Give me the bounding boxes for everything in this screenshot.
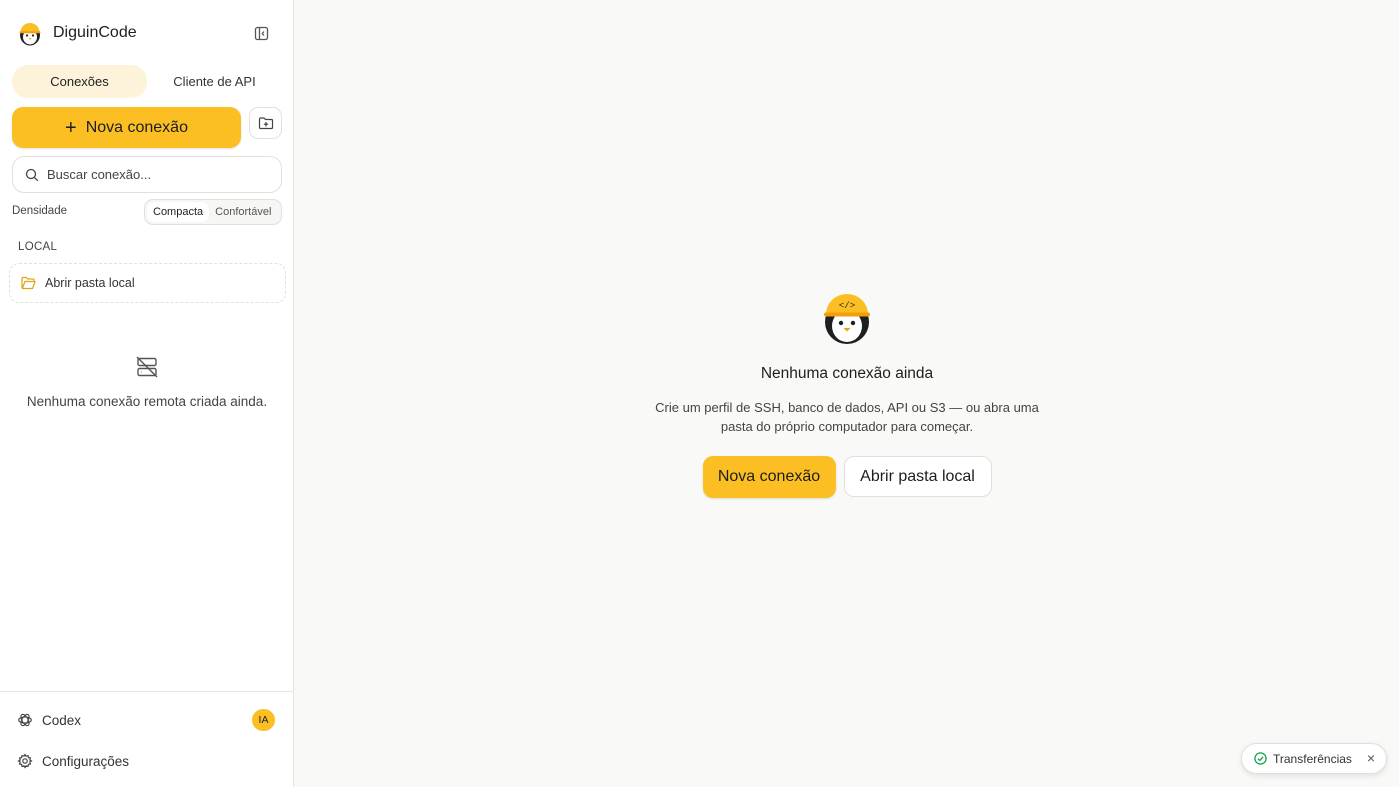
sidebar: DiguinCode Conexões Cliente de API + Nov…: [0, 0, 294, 787]
density-compact[interactable]: Compacta: [147, 202, 210, 222]
folder-icon: [21, 276, 36, 290]
new-connection-button[interactable]: + Nova conexão: [12, 107, 241, 148]
check-circle-icon: [1254, 752, 1267, 765]
empty-remote-state: Nenhuma conexão remota criada ainda.: [0, 355, 294, 409]
transfers-label: Transferências: [1273, 751, 1352, 766]
search-input[interactable]: [47, 167, 267, 182]
tab-api-client[interactable]: Cliente de API: [147, 65, 282, 98]
open-local-folder-button[interactable]: Abrir pasta local: [843, 456, 992, 497]
server-off-icon: [136, 356, 158, 378]
search-icon: [25, 168, 39, 181]
density-toggle: Compacta Confortável: [144, 199, 282, 225]
density-comfortable[interactable]: Confortável: [209, 202, 277, 222]
empty-remote-text: Nenhuma conexão remota criada ainda.: [26, 394, 268, 409]
open-local-folder-label: Abrir pasta local: [45, 276, 135, 290]
sidebar-tabs: Conexões Cliente de API: [12, 65, 282, 98]
sidebar-footer: Codex IA Configurações: [0, 691, 294, 787]
folder-plus-icon: [258, 117, 273, 130]
empty-actions: Nova conexão Abrir pasta local: [295, 456, 1399, 498]
codex-item[interactable]: Codex: [17, 708, 81, 732]
brand: DiguinCode: [17, 19, 137, 47]
settings-label: Configurações: [42, 753, 130, 769]
ai-badge: IA: [252, 709, 275, 731]
plus-icon: +: [65, 116, 77, 139]
gear-icon: [17, 753, 33, 769]
main-empty-state: </> Nenhuma conexão ainda Crie um perfil…: [295, 290, 1399, 498]
new-connection-label: Nova conexão: [85, 118, 188, 136]
tab-connections[interactable]: Conexões: [12, 65, 147, 98]
new-connection-primary-button[interactable]: Nova conexão: [702, 456, 836, 498]
empty-description: Crie um perfil de SSH, banco de dados, A…: [655, 400, 1039, 434]
empty-title: Nenhuma conexão ainda: [760, 365, 934, 382]
sidebar-collapse-button[interactable]: [252, 24, 270, 42]
sidebar-collapse-icon: [254, 26, 268, 40]
search-box: [12, 156, 282, 193]
settings-item[interactable]: Configurações: [17, 749, 129, 773]
svg-text:</>: </>: [839, 301, 855, 311]
penguin-logo-icon: [19, 23, 41, 46]
close-icon[interactable]: ×: [1367, 750, 1375, 766]
openai-icon: [18, 713, 32, 727]
app-name: DiguinCode: [53, 24, 137, 41]
new-folder-button[interactable]: [249, 107, 282, 139]
transfers-pill[interactable]: Transferências ×: [1241, 743, 1387, 774]
local-section-title: LOCAL: [18, 241, 58, 253]
density-label: Densidade: [12, 205, 67, 217]
penguin-mascot-icon: </>: [824, 294, 870, 344]
open-local-folder-item[interactable]: Abrir pasta local: [9, 263, 286, 303]
codex-label: Codex: [42, 712, 82, 728]
